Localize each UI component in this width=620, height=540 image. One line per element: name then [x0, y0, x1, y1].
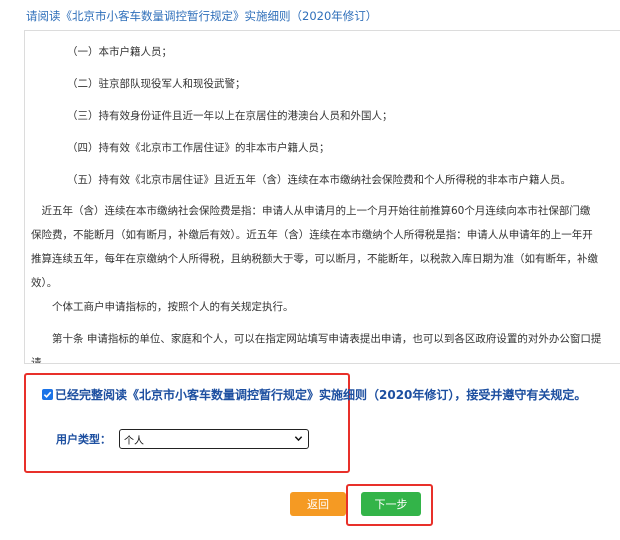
chevron-down-icon [294, 436, 303, 442]
rule-item: （四）持有效《北京市工作居住证》的非本市户籍人员； [67, 142, 330, 154]
rule-paragraph: 第十条 申请指标的单位、家庭和个人，可以在指定网站填写申请表提出申请，也可以到各… [31, 333, 602, 345]
rule-paragraph: 推算连续五年，每年在京缴纳个人所得税，且纳税额大于零，可以断月，不能断年，以税款… [31, 253, 598, 265]
rule-paragraph: 个体工商户申请指标的，按照个人的有关规定执行。 [31, 301, 294, 313]
page-title: 请阅读《北京市小客车数量调控暂行规定》实施细则（2020年修订） [26, 9, 378, 23]
agreement-row[interactable]: 已经完整阅读《北京市小客车数量调控暂行规定》实施细则（2020年修订），接受并遵… [42, 386, 586, 403]
rule-paragraph: 保险费，不能断月（如有断月，补缴后有效）。近五年（含）连续在本市缴纳个人所得税是… [31, 229, 593, 241]
rule-paragraph: 效）。 [31, 277, 58, 289]
agreement-checkbox[interactable] [42, 389, 53, 400]
rule-item: （五）持有效《北京市居住证》且近五年（含）连续在本市缴纳社会保险费和个人所得税的… [67, 174, 571, 186]
user-type-row: 用户类型： 个人 [56, 429, 309, 449]
user-type-selected: 个人 [124, 435, 144, 447]
next-highlight-box [346, 484, 433, 526]
rule-item: （一）本市户籍人员； [67, 46, 172, 58]
rule-paragraph-cut: 请 [31, 357, 42, 364]
rule-item: （三）持有效身份证件且近一年以上在京居住的港澳台人员和外国人； [67, 110, 393, 122]
user-type-label: 用户类型： [56, 433, 111, 446]
agreement-text: 已经完整阅读《北京市小客车数量调控暂行规定》实施细则（2020年修订），接受并遵… [55, 388, 587, 402]
rule-item: （二）驻京部队现役军人和现役武警； [67, 78, 246, 90]
user-type-select[interactable]: 个人 [119, 429, 309, 449]
check-icon [43, 391, 52, 399]
rules-scroll-area[interactable]: （一）本市户籍人员； （二）驻京部队现役军人和现役武警； （三）持有效身份证件且… [24, 30, 620, 364]
back-button[interactable]: 返回 [290, 492, 346, 516]
rule-paragraph: 近五年（含）连续在本市缴纳社会保险费是指：申请人从申请月的上一个月开始往前推算6… [31, 205, 591, 217]
